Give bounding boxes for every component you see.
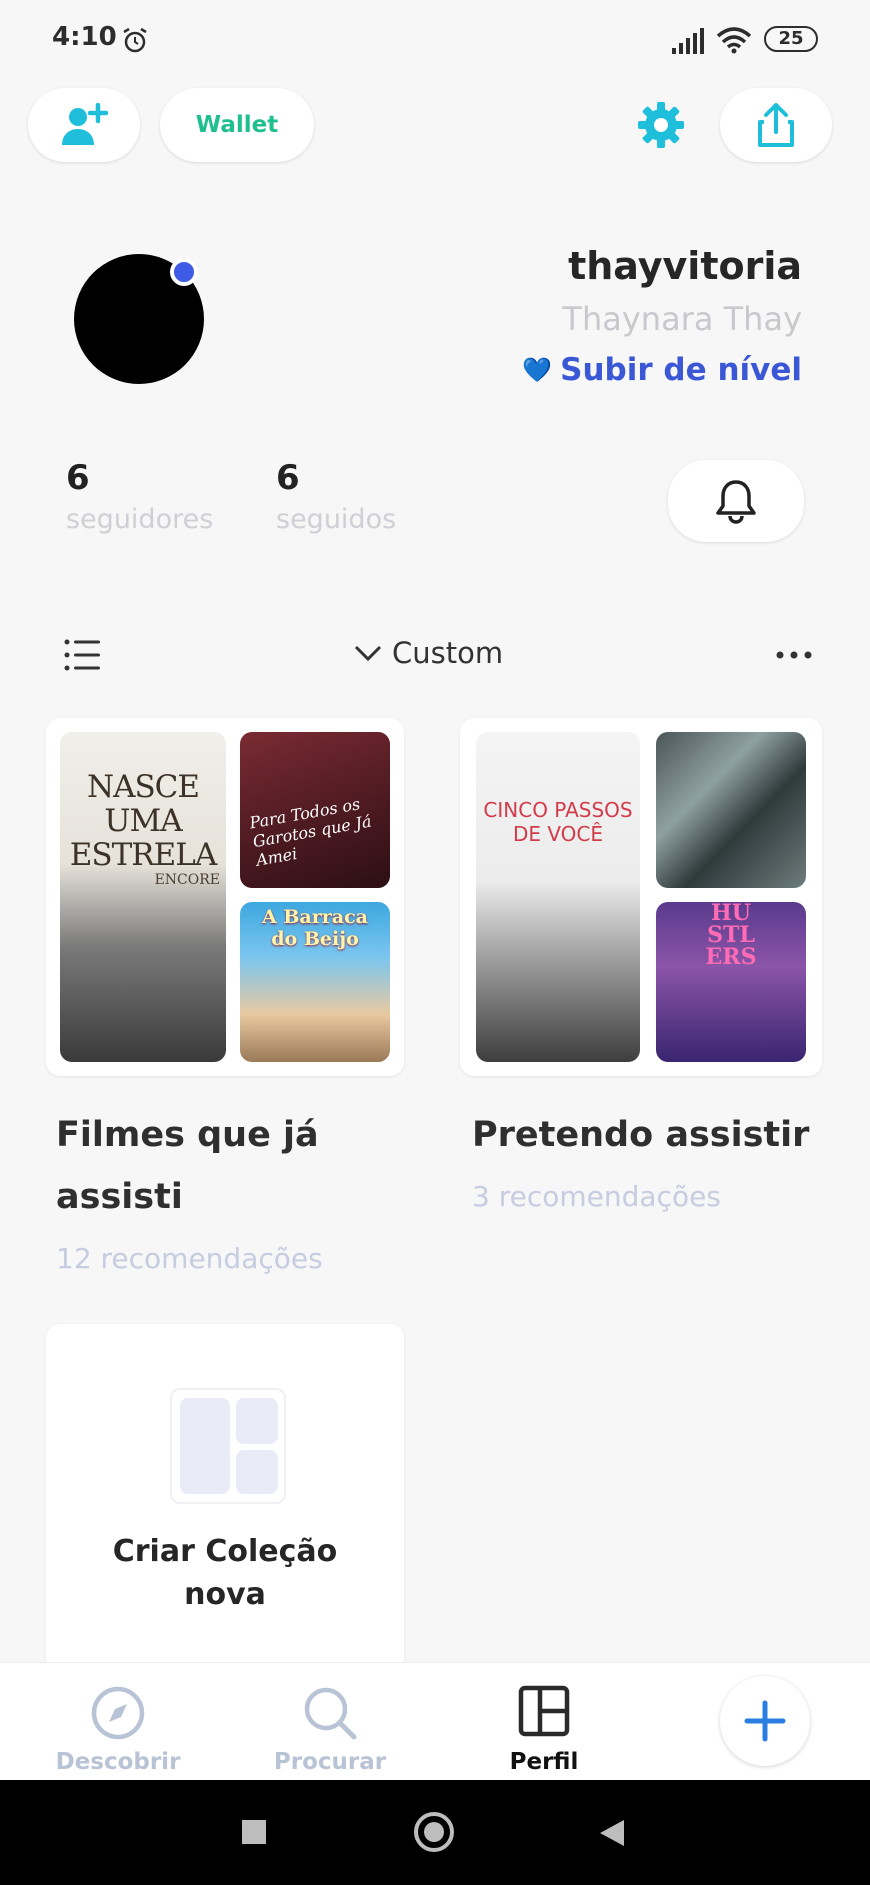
poster-title: HUSTLERS	[705, 902, 757, 970]
share-icon	[758, 103, 794, 147]
status-time: 4:10	[52, 22, 117, 52]
wifi-icon	[716, 27, 752, 54]
share-button[interactable]	[720, 88, 832, 162]
following-stat[interactable]: 6 seguidos	[276, 458, 396, 535]
nav-item-profile[interactable]: Perfil	[464, 1677, 624, 1777]
create-collection-label: Criar Coleção nova	[112, 1534, 338, 1612]
online-status-dot	[170, 258, 198, 286]
collection-count: 12 recomendações	[56, 1242, 323, 1275]
wallet-button[interactable]: Wallet	[160, 88, 314, 162]
followers-stat[interactable]: 6 seguidores	[66, 458, 213, 535]
battery-indicator: 25	[764, 26, 818, 52]
poster-collage	[656, 732, 806, 888]
compass-icon	[91, 1686, 145, 1740]
system-nav-bar	[0, 1780, 870, 1885]
add-user-icon	[62, 103, 108, 145]
level-up-label: Subir de nível	[560, 352, 802, 388]
chevron-down-icon	[354, 645, 382, 662]
create-collection-card[interactable]: Criar Coleção nova	[46, 1324, 404, 1684]
nav-label: Perfil	[509, 1749, 579, 1775]
add-friend-button[interactable]	[28, 88, 140, 162]
nav-item-discover[interactable]: Descobrir	[38, 1677, 198, 1777]
collection-title[interactable]: Filmes que já assisti	[56, 1104, 396, 1228]
sort-label: Custom	[392, 636, 504, 670]
gear-icon[interactable]	[636, 100, 686, 150]
poster-title: A Barraca do Beijo	[262, 906, 368, 950]
poster-hustlers: HUSTLERS	[656, 902, 806, 1062]
level-up-link[interactable]: 💙 Subir de nível	[522, 352, 802, 388]
poster-title: NASCE UMA ESTRELA	[69, 769, 218, 873]
followers-count: 6	[66, 458, 90, 498]
username: thayvitoria	[568, 244, 802, 288]
nav-item-search[interactable]: Procurar	[250, 1677, 410, 1777]
alarm-icon	[123, 27, 147, 53]
followers-label: seguidores	[66, 504, 214, 535]
following-label: seguidos	[276, 504, 397, 535]
plus-icon	[744, 1700, 786, 1742]
recents-icon[interactable]	[242, 1820, 266, 1844]
create-button[interactable]	[720, 1676, 810, 1766]
poster-subtitle: ENCORE	[154, 872, 220, 888]
signal-icon	[672, 28, 704, 54]
poster-to-all-the-boys: Para Todos os Garotos que Já Amei	[240, 732, 390, 888]
collection-count: 3 recomendações	[472, 1180, 721, 1213]
search-icon	[304, 1687, 357, 1740]
collection-card-to-watch[interactable]: CINCO PASSOS DE VOCÊ HUSTLERS	[460, 718, 822, 1076]
nav-label: Procurar	[273, 1749, 387, 1775]
home-icon[interactable]	[414, 1812, 454, 1852]
notifications-button[interactable]	[668, 460, 804, 542]
layout-icon	[518, 1685, 570, 1737]
back-icon[interactable]	[598, 1818, 626, 1848]
collection-layout-icon	[170, 1388, 286, 1504]
collection-card-watched[interactable]: NASCE UMA ESTRELA ENCORE Para Todos os G…	[46, 718, 404, 1076]
poster-five-feet-apart: CINCO PASSOS DE VOCÊ	[476, 732, 640, 1062]
poster-a-star-is-born: NASCE UMA ESTRELA ENCORE	[60, 732, 226, 1062]
heart-icon: 💙	[522, 356, 553, 384]
list-view-icon[interactable]	[64, 638, 100, 672]
poster-title: Para Todos os Garotos que Já Amei	[248, 794, 373, 870]
more-options-icon[interactable]	[774, 648, 814, 662]
poster-title: CINCO PASSOS DE VOCÊ	[483, 798, 633, 846]
collection-title[interactable]: Pretendo assistir	[472, 1104, 812, 1166]
nav-label: Descobrir	[55, 1749, 181, 1775]
full-name: Thaynara Thay	[562, 300, 802, 338]
sort-dropdown[interactable]: Custom	[354, 636, 503, 670]
following-count: 6	[276, 458, 300, 498]
poster-the-kissing-booth: A Barraca do Beijo	[240, 902, 390, 1062]
bell-icon	[716, 480, 756, 524]
